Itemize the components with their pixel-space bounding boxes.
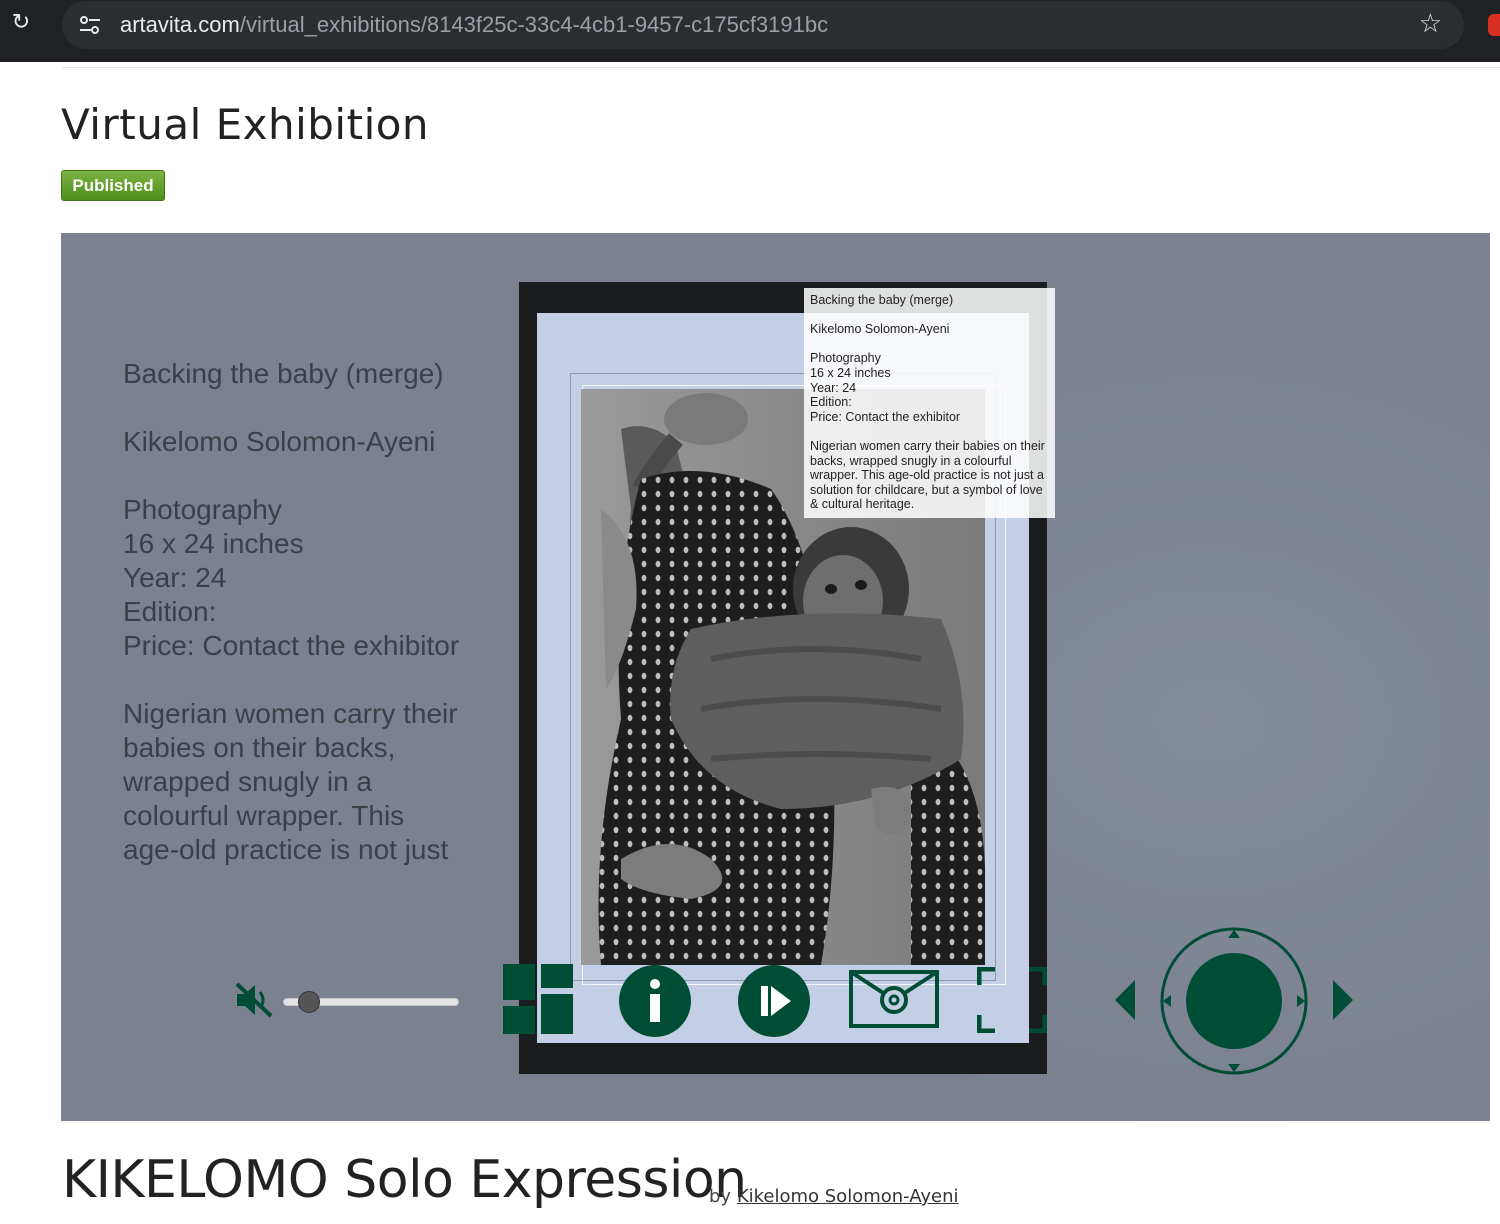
- artwork-title: Backing the baby (merge): [123, 358, 444, 389]
- extension-icon[interactable]: [1488, 14, 1500, 36]
- site-settings-icon[interactable]: [78, 13, 102, 37]
- byline-label: by: [709, 1186, 732, 1207]
- play-icon[interactable]: [737, 964, 811, 1038]
- address-bar[interactable]: artavita.com/virtual_exhibitions/8143f25…: [62, 1, 1464, 49]
- volume-slider-thumb[interactable]: [298, 991, 321, 1013]
- artwork-description-line: age-old practice is not just: [123, 834, 449, 865]
- exhibition-byline: by Kikelomo Solomon-Ayeni: [709, 1186, 959, 1207]
- navigation-joystick-icon[interactable]: [1159, 926, 1309, 1076]
- artwork-size: 16 x 24 inches: [123, 528, 304, 559]
- artwork-description-line: Nigerian women carry their: [123, 698, 458, 729]
- reload-icon[interactable]: ↻: [8, 10, 34, 36]
- author-link[interactable]: Kikelomo Solomon-Ayeni: [737, 1186, 959, 1207]
- exhibition-viewer[interactable]: Backing the baby (merge) Kikelomo Solomo…: [61, 233, 1490, 1121]
- page-top-divider: [62, 62, 1500, 68]
- tooltip-medium: Photography: [810, 351, 881, 366]
- email-icon[interactable]: [849, 970, 939, 1028]
- bookmark-star-icon[interactable]: ☆: [1419, 10, 1442, 38]
- tooltip-artist: Kikelomo Solomon-Ayeni: [810, 322, 950, 337]
- url-path: /virtual_exhibitions/8143f25c-33c4-4cb1-…: [239, 12, 829, 37]
- arrow-right-icon[interactable]: [1331, 978, 1355, 1022]
- artwork-medium: Photography: [123, 494, 282, 525]
- exhibition-title: KIKELOMO Solo Expression: [62, 1150, 747, 1210]
- tooltip-description: Nigerian women carry their babies on the…: [810, 438, 1045, 512]
- artwork-year: Year: 24: [123, 562, 227, 593]
- url-text[interactable]: artavita.com/virtual_exhibitions/8143f25…: [120, 12, 828, 38]
- tooltip-price: Price: Contact the exhibitor: [810, 409, 961, 424]
- status-badge: Published: [61, 170, 165, 201]
- tooltip-year: Year: 24: [810, 380, 857, 395]
- mute-icon[interactable]: [233, 980, 277, 1020]
- page-title: Virtual Exhibition: [61, 100, 430, 149]
- grid-icon[interactable]: [503, 964, 575, 1036]
- tooltip-title: Backing the baby (merge): [810, 293, 954, 307]
- artwork-description-line: wrapped snugly in a: [123, 766, 373, 797]
- url-host: artavita.com: [120, 12, 240, 37]
- fullscreen-icon[interactable]: [977, 967, 1047, 1033]
- artwork-price: Price: Contact the exhibitor: [123, 630, 460, 661]
- arrow-left-icon[interactable]: [1113, 978, 1137, 1022]
- tooltip-size: 16 x 24 inches: [810, 365, 891, 380]
- artwork-description-line: babies on their backs,: [123, 732, 396, 763]
- artwork-artist: Kikelomo Solomon-Ayeni: [123, 426, 436, 457]
- artwork-edition: Edition:: [123, 596, 217, 627]
- tooltip-edition: Edition:: [810, 395, 852, 410]
- artwork-info-panel: Backing the baby (merge) Kikelomo Solomo…: [123, 357, 493, 867]
- artwork-description-line: colourful wrapper. This: [123, 800, 405, 831]
- info-icon[interactable]: [618, 964, 692, 1038]
- artwork-tooltip: Backing the baby (merge) Kikelomo Solomo…: [804, 288, 1055, 518]
- browser-toolbar: ↻ artavita.com/virtual_exhibitions/8143f…: [0, 0, 1500, 62]
